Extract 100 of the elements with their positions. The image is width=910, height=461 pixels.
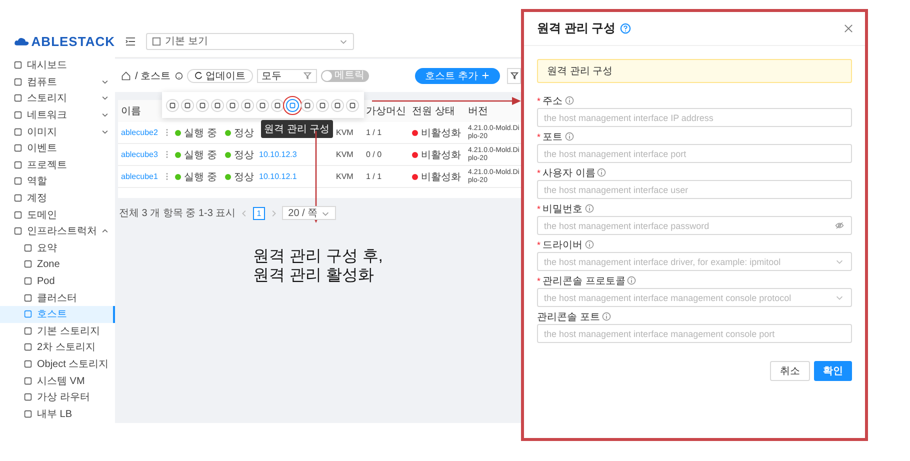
square-icon xyxy=(183,100,192,110)
pagination-summary: 전체 3 개 항목 중 1-3 표시 xyxy=(119,207,236,220)
table-cell-text: 실행 중 xyxy=(184,170,217,184)
square-icon xyxy=(24,277,32,286)
select-field[interactable]: the host management interface driver, for example: ipmitool xyxy=(537,252,852,271)
column-header: 이름 xyxy=(121,105,142,118)
table-cell-text: 정상 xyxy=(234,170,254,184)
sidebar-item[interactable]: 가상 라우터 xyxy=(0,388,115,406)
required-mark: * xyxy=(537,132,541,142)
sidebar-item[interactable]: Pod xyxy=(0,272,115,290)
square-icon xyxy=(168,100,177,110)
field-label: 관리콘솔 프로토콜 xyxy=(542,274,626,288)
sidebar-item[interactable]: 클러스터 xyxy=(0,289,115,306)
table-cell-text: KVM xyxy=(336,150,354,159)
sidebar-item[interactable]: 역할 xyxy=(0,173,115,190)
square-icon xyxy=(14,227,22,236)
square-icon xyxy=(24,326,32,335)
field-label: 비밀번호 xyxy=(542,202,583,216)
more-icon[interactable] xyxy=(165,172,169,181)
annotation-text: 원격 관리 활성화 xyxy=(253,266,375,285)
table-cell-text: KVM xyxy=(336,172,354,181)
square-icon xyxy=(348,100,357,110)
select-field[interactable]: the host management interface management console protocol xyxy=(537,288,852,307)
info-icon[interactable] xyxy=(602,312,611,321)
table-cell-text: 1 / 1 xyxy=(366,128,383,137)
sidebar-item[interactable]: 기본 스토리지 xyxy=(0,322,115,340)
field-label: 드라이버 xyxy=(542,238,583,252)
table-cell-text: 비활성화 xyxy=(421,148,461,162)
view-select[interactable]: 기본 보기 xyxy=(146,32,354,50)
info-icon[interactable] xyxy=(584,240,594,249)
square-icon xyxy=(213,100,222,110)
sidebar-item[interactable]: 도메인 xyxy=(0,206,115,223)
plus-icon xyxy=(481,71,490,80)
square-icon xyxy=(198,100,207,110)
sidebar-item[interactable]: 요약 xyxy=(0,240,115,256)
required-mark: * xyxy=(537,168,541,178)
more-icon[interactable] xyxy=(165,128,169,137)
input-field[interactable]: the host management interface port xyxy=(537,144,852,163)
cancel-button[interactable]: 취소 xyxy=(770,361,810,381)
tooltip: 원격 관리 구성 xyxy=(261,120,333,138)
filter-button[interactable] xyxy=(507,68,521,84)
sidebar-item[interactable]: 스토리지 xyxy=(0,90,115,107)
sidebar-item[interactable]: 이미지 xyxy=(0,123,115,140)
sidebar-item[interactable]: 대시보드 xyxy=(0,57,115,74)
table-cell-text: KVM xyxy=(336,128,354,137)
cloud-icon xyxy=(14,36,30,46)
sidebar-item[interactable]: 네트워크 xyxy=(0,106,115,124)
table-cell-text: 비활성화 xyxy=(421,170,461,184)
required-mark: * xyxy=(537,96,541,106)
square-icon xyxy=(303,100,312,110)
sidebar-item[interactable]: 인프라스트럭처 xyxy=(0,222,115,240)
sidebar-item[interactable]: Object 스토리지 xyxy=(0,356,115,372)
info-icon[interactable] xyxy=(564,96,574,105)
info-icon[interactable] xyxy=(597,168,606,177)
sidebar-item[interactable]: 이벤트 xyxy=(0,140,115,157)
refresh-button[interactable]: 업데이트 xyxy=(186,68,253,82)
sidebar-item[interactable]: 내부 LB xyxy=(0,405,115,422)
table-cell-text: 비활성화 xyxy=(421,126,461,140)
table-cell-text: 정상 xyxy=(234,126,254,140)
input-field[interactable]: the host management interface user xyxy=(537,180,852,199)
help-icon[interactable] xyxy=(174,72,183,80)
input-field[interactable]: the host management interface IP address xyxy=(537,108,852,127)
info-icon[interactable] xyxy=(584,204,594,213)
info-alert: 원격 관리 구성 xyxy=(537,59,852,83)
help-icon[interactable] xyxy=(620,23,631,34)
logo: ABLESTACK xyxy=(0,25,115,57)
field-label: 포트 xyxy=(542,130,563,144)
square-icon xyxy=(288,100,297,110)
sidebar-item[interactable]: 시스템 VM xyxy=(0,372,115,389)
sidebar-item[interactable]: 계정 xyxy=(0,190,115,206)
table-cell-text: 실행 중 xyxy=(184,126,217,140)
table-cell-text: 정상 xyxy=(234,148,254,162)
required-mark: * xyxy=(537,276,541,286)
page-size-select[interactable]: 20 / 쪽 xyxy=(282,206,336,220)
eye-slash-icon[interactable] xyxy=(835,221,844,230)
square-icon xyxy=(14,94,22,102)
sidebar-item[interactable]: 2차 스토리지 xyxy=(0,339,115,356)
sidebar-item[interactable]: 프로젝트 xyxy=(0,156,115,174)
square-icon xyxy=(24,294,32,302)
square-icon xyxy=(14,111,22,120)
filter-icon xyxy=(510,71,518,80)
more-icon[interactable] xyxy=(165,150,169,159)
required-mark: * xyxy=(537,240,541,250)
filter-select[interactable]: 모두 xyxy=(256,68,317,82)
close-icon[interactable] xyxy=(844,24,853,33)
info-icon[interactable] xyxy=(627,276,636,285)
sidebar-item[interactable]: Zone xyxy=(0,256,115,273)
square-icon xyxy=(333,100,342,110)
home-icon[interactable] xyxy=(121,70,131,80)
sidebar-item[interactable]: 컴퓨트 xyxy=(0,74,115,90)
input-field[interactable]: the host management interface management console port xyxy=(537,324,852,343)
table-cell-text: 1 / 1 xyxy=(366,172,383,181)
info-icon[interactable] xyxy=(564,132,574,141)
field-label: 주소 xyxy=(542,94,563,108)
square-icon xyxy=(14,144,22,152)
square-icon xyxy=(24,410,32,418)
square-icon xyxy=(24,343,32,352)
annotation-text: 원격 관리 구성 후, xyxy=(253,247,383,266)
password-field[interactable]: the host management interface password xyxy=(537,216,852,235)
menu-icon[interactable] xyxy=(125,36,136,46)
